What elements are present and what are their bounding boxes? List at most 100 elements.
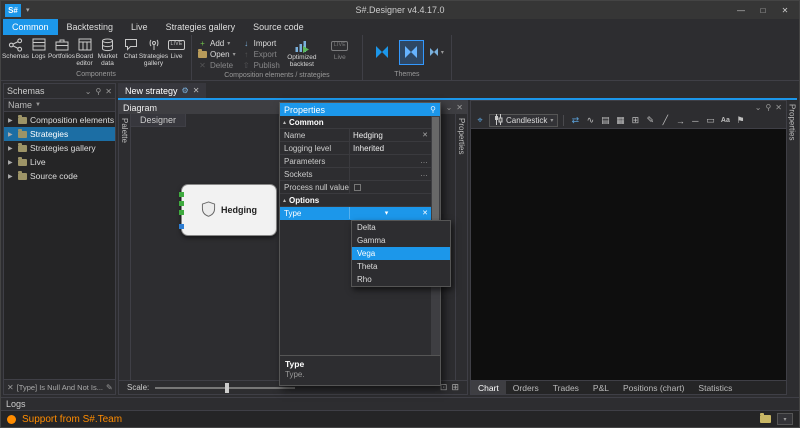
crosshair-icon[interactable]: ⌖ [474,115,486,126]
expander-icon[interactable]: ▶ [8,159,15,166]
horizontal-line-icon[interactable]: ─ [689,116,701,126]
property-row-sockets[interactable]: Sockets … [280,168,431,181]
chart-properties-side-tab[interactable]: Properties [787,100,797,395]
delete-button[interactable]: ✕ Delete [195,60,239,71]
filter-bar[interactable]: ✕ [Type] Is Null And Not Is... ✎ [4,379,115,394]
type-dropdown-icon[interactable]: ▾ [385,209,389,217]
log-filter-dropdown[interactable]: ▾ [777,413,793,425]
dropdown-item-vega[interactable]: Vega [352,247,450,260]
open-button[interactable]: Open ▾ [195,49,239,60]
logs-button[interactable]: Logs [27,36,50,60]
log-message[interactable]: Support from S#.Team [22,414,122,425]
arrow-tool-icon[interactable]: → [674,116,686,126]
dropdown-item-theta[interactable]: Theta [352,260,450,273]
add-dropdown-icon[interactable]: ▾ [227,40,230,47]
theme-selector-button[interactable]: ▾ [428,46,444,60]
chart-close-icon[interactable]: ✕ [775,103,782,112]
tab-chart[interactable]: Chart [471,381,506,394]
dropdown-item-delta[interactable]: Delta [352,221,450,234]
add-pane-icon[interactable]: ⊞ [629,115,641,126]
open-dropdown-icon[interactable]: ▾ [233,51,236,58]
tab-trades[interactable]: Trades [546,381,586,394]
tab-positions-chart[interactable]: Positions (chart) [616,381,691,394]
schemas-column-header[interactable]: Name ▼ [4,98,115,112]
expander-icon[interactable]: ▶ [8,117,15,124]
theme-dark-button[interactable] [370,40,395,65]
chart-plot-area[interactable] [471,129,786,380]
checkbox-unchecked[interactable] [354,184,361,191]
grid-icon[interactable]: ▦ [614,115,626,126]
schemas-pin-icon[interactable]: ⚲ [95,87,101,96]
add-button[interactable]: + Add ▾ [195,38,239,49]
ribbon-tab-common[interactable]: Common [3,19,58,35]
clear-value-icon[interactable]: ✕ [422,131,428,139]
ellipsis-button[interactable]: … [420,158,428,164]
name-value[interactable]: Hedging [353,131,383,140]
maximize-button[interactable]: □ [753,3,773,17]
close-button[interactable]: ✕ [775,3,795,17]
draw-pencil-icon[interactable]: ✎ [644,115,656,126]
chart-type-select[interactable]: Candlestick ▾ [489,114,558,127]
ellipsis-button[interactable]: … [420,171,428,177]
chart-menu-icon[interactable]: ⌄ [755,103,762,112]
market-data-button[interactable]: Market data [96,36,119,67]
publish-button[interactable]: ⇧ Publish [239,60,283,71]
chart-pin-icon[interactable]: ⚲ [765,103,771,112]
tree-item-strategies-gallery[interactable]: ▶ Strategies gallery [4,141,115,155]
schemas-menu-icon[interactable]: ⌄ [85,87,92,96]
clear-value-icon[interactable]: ✕ [422,209,428,217]
tree-item-live[interactable]: ▶ Live [4,155,115,169]
section-common[interactable]: ▴ Common [280,116,431,129]
tab-statistics[interactable]: Statistics [691,381,739,394]
palette-side-tab[interactable]: Palette [119,114,131,380]
theme-blue-button[interactable] [399,40,424,65]
expander-icon[interactable]: ▶ [8,173,15,180]
rectangle-tool-icon[interactable]: ▭ [704,115,716,126]
tab-orders[interactable]: Orders [506,381,546,394]
schemas-close-icon[interactable]: ✕ [105,87,112,96]
strategy-settings-gear-icon[interactable]: ⚙ [182,86,189,95]
zoom-grid-icon[interactable]: ⊞ [451,382,459,393]
tab-pnl[interactable]: P&L [586,381,616,394]
open-log-folder-icon[interactable] [760,415,771,423]
scale-slider[interactable] [155,387,295,389]
export-button[interactable]: ↑ Export [239,49,283,60]
alert-flag-icon[interactable]: ⚑ [734,115,746,126]
property-row-logging-level[interactable]: Logging level Inherited [280,142,431,155]
auto-range-icon[interactable]: ⇄ [569,115,581,126]
tab-close-icon[interactable]: ✕ [193,86,200,95]
property-row-parameters[interactable]: Parameters … [280,155,431,168]
ribbon-tab-source-code[interactable]: Source code [244,19,313,35]
property-row-process-null-values[interactable]: Process null values [280,181,431,194]
trend-line-icon[interactable]: ╱ [659,115,671,126]
live-run-button[interactable]: LIVE Live [321,36,359,61]
logging-level-value[interactable]: Inherited [353,144,384,153]
diagram-menu-icon[interactable]: ⌄ [446,103,453,112]
input-port[interactable] [179,192,184,197]
portfolios-button[interactable]: Portfolios [50,36,73,60]
text-tool-icon[interactable]: Aa [719,117,731,124]
input-port[interactable] [179,224,184,229]
designer-tab[interactable]: Designer [131,114,186,127]
diagram-properties-side-tab[interactable]: Properties [455,114,467,380]
data-list-icon[interactable]: ▤ [599,115,611,126]
input-port[interactable] [179,201,184,206]
expander-icon[interactable]: ▶ [8,131,15,138]
dropdown-item-rho[interactable]: Rho [352,273,450,286]
section-options[interactable]: ▴ Options [280,194,431,207]
quick-access-chevron-icon[interactable]: ▾ [26,6,30,14]
clear-filter-icon[interactable]: ✕ [7,383,14,392]
tree-item-strategies[interactable]: ▶ Strategies [4,127,115,141]
tree-item-source-code[interactable]: ▶ Source code [4,169,115,183]
ribbon-tab-backtesting[interactable]: Backtesting [58,19,123,35]
app-logo[interactable]: S# [5,4,21,17]
tree-item-composition-elements[interactable]: ▶ Composition elements [4,113,115,127]
import-button[interactable]: ↓ Import [239,38,283,49]
tab-new-strategy[interactable]: New strategy ⚙ ✕ [118,83,206,98]
dropdown-item-gamma[interactable]: Gamma [352,234,450,247]
properties-pin-icon[interactable]: ⚲ [430,105,436,114]
ribbon-tab-strategies-gallery[interactable]: Strategies gallery [157,19,245,35]
minimize-button[interactable]: — [731,3,751,17]
diagram-close-icon[interactable]: ✕ [456,103,463,112]
zoom-fit-icon[interactable]: ⊡ [440,382,448,393]
